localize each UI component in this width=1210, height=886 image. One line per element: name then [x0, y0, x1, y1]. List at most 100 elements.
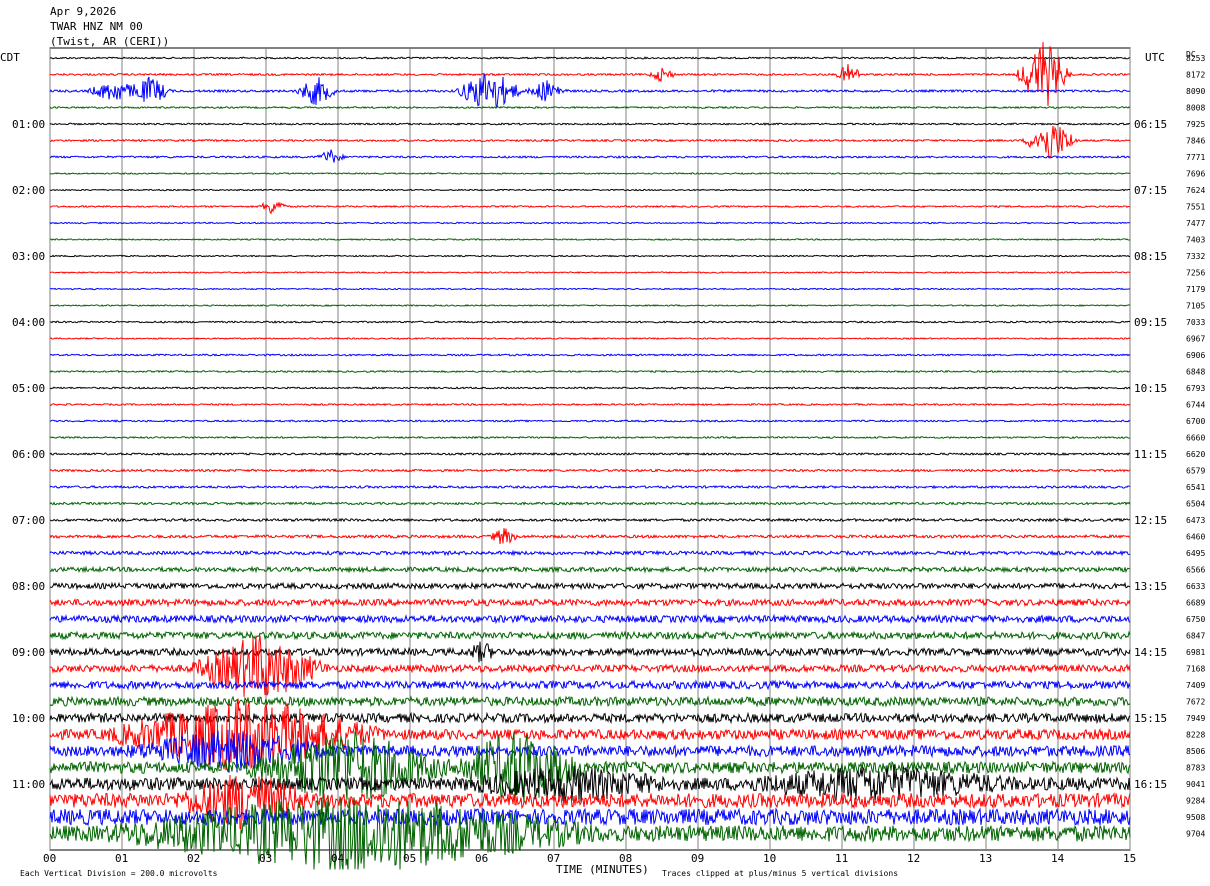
right-time-label: 08:15 — [1134, 250, 1167, 263]
x-tick-label: 09 — [691, 852, 704, 865]
x-tick-label: 11 — [835, 852, 848, 865]
dc-offset-label: 7033 — [1186, 318, 1205, 327]
dc-offset-label: 9508 — [1186, 813, 1205, 822]
left-time-label: 06:00 — [12, 448, 45, 461]
right-time-label: 16:15 — [1134, 778, 1167, 791]
dc-offset-label: 7403 — [1186, 236, 1205, 245]
dc-offset-label: 6848 — [1186, 368, 1205, 377]
dc-offset-label: 6981 — [1186, 648, 1205, 657]
trace-line — [50, 517, 1131, 523]
right-time-label: 12:15 — [1134, 514, 1167, 527]
trace-line — [49, 369, 1131, 374]
right-time-label: 11:15 — [1134, 448, 1167, 461]
dc-offset-label: 7551 — [1186, 203, 1205, 212]
dc-offset-label: 8228 — [1186, 731, 1205, 740]
plot-frame — [49, 47, 1131, 851]
trace-layer — [49, 42, 1131, 870]
x-tick-label: 12 — [907, 852, 920, 865]
right-time-label: 13:15 — [1134, 580, 1167, 593]
trace-line — [49, 597, 1131, 608]
trace-line — [49, 581, 1131, 591]
trace-line — [49, 402, 1131, 407]
dc-offset-label: 9704 — [1186, 830, 1205, 839]
dc-offset-label: 6473 — [1186, 516, 1205, 525]
right-time-label: 09:15 — [1134, 316, 1167, 329]
trace-line — [49, 549, 1131, 557]
right-time-label: 06:15 — [1134, 118, 1167, 131]
dc-offset-label: 6700 — [1186, 417, 1205, 426]
right-time-label: 15:15 — [1134, 712, 1167, 725]
trace-line — [49, 221, 1131, 225]
trace-line — [49, 238, 1131, 241]
trace-line — [49, 72, 1130, 108]
dc-offset-label: 6620 — [1186, 450, 1205, 459]
dc-offset-label: 6504 — [1186, 500, 1205, 509]
dc-offset-label: 6750 — [1186, 615, 1205, 624]
left-time-label: 02:00 — [12, 184, 45, 197]
dc-label: DC — [1186, 50, 1196, 59]
trace-line — [49, 188, 1130, 192]
left-time-label: 04:00 — [12, 316, 45, 329]
header-location: (Twist, AR (CERI)) — [50, 35, 169, 48]
left-time-label: 11:00 — [12, 778, 45, 791]
x-tick-label: 13 — [979, 852, 992, 865]
trace-line — [49, 695, 1131, 708]
dc-offset-label: 7332 — [1186, 252, 1205, 261]
left-axis-label: CDT — [0, 51, 20, 64]
trace-line — [49, 528, 1131, 545]
trace-line — [49, 635, 1131, 697]
trace-line — [49, 711, 1131, 725]
dc-offset-label: 7672 — [1186, 698, 1205, 707]
trace-line — [49, 565, 1131, 574]
trace-line — [50, 254, 1131, 258]
trace-line — [49, 468, 1131, 473]
dc-offset-label: 7409 — [1186, 681, 1205, 690]
trace-line — [49, 679, 1131, 691]
dc-offset-label: 7168 — [1186, 665, 1205, 674]
left-time-label: 10:00 — [12, 712, 45, 725]
trace-line — [49, 501, 1131, 506]
dc-offset-label: 6689 — [1186, 599, 1205, 608]
dc-offset-label: 8172 — [1186, 71, 1205, 80]
x-tick-label: 01 — [115, 852, 128, 865]
trace-line — [49, 386, 1131, 390]
dc-offset-label: 6793 — [1186, 384, 1205, 393]
dc-offset-label: 6460 — [1186, 533, 1205, 542]
trace-line — [49, 484, 1131, 490]
dc-offset-label: 7846 — [1186, 137, 1205, 146]
dc-offset-label: 7256 — [1186, 269, 1205, 278]
trace-line — [49, 613, 1131, 625]
trace-line — [49, 287, 1131, 291]
trace-line — [49, 122, 1131, 126]
grid-layer — [49, 47, 1131, 851]
header-date: Apr 9,2026 — [50, 5, 116, 18]
dc-offset-label: 6633 — [1186, 582, 1205, 591]
right-time-label: 07:15 — [1134, 184, 1167, 197]
dc-offset-label: 6495 — [1186, 549, 1205, 558]
x-tick-label: 06 — [475, 852, 488, 865]
header-station: TWAR HNZ NM 00 — [50, 20, 143, 33]
x-tick-label: 03 — [259, 852, 272, 865]
left-time-label: 08:00 — [12, 580, 45, 593]
dc-offset-label: 9284 — [1186, 797, 1205, 806]
trace-line — [49, 304, 1131, 307]
right-time-label: 14:15 — [1134, 646, 1167, 659]
trace-line — [49, 149, 1131, 163]
x-tick-label: 04 — [331, 852, 345, 865]
trace-line — [49, 353, 1131, 357]
trace-line — [49, 271, 1131, 274]
trace-line — [49, 452, 1131, 456]
dc-offset-label: 7105 — [1186, 302, 1205, 311]
dc-offset-label: 7624 — [1186, 186, 1205, 195]
trace-line — [49, 337, 1131, 340]
x-tick-label: 00 — [43, 852, 56, 865]
dc-offset-label: 7477 — [1186, 219, 1205, 228]
right-time-label: 10:15 — [1134, 382, 1167, 395]
left-time-label: 05:00 — [12, 382, 45, 395]
footer-clip-note: Traces clipped at plus/minus 5 vertical … — [662, 869, 898, 878]
dc-offset-label: 8506 — [1186, 747, 1205, 756]
dc-offset-label: 7771 — [1186, 153, 1205, 162]
x-axis-label: TIME (MINUTES) — [556, 863, 649, 876]
left-time-label: 01:00 — [12, 118, 45, 131]
dc-offset-label: 6744 — [1186, 401, 1205, 410]
